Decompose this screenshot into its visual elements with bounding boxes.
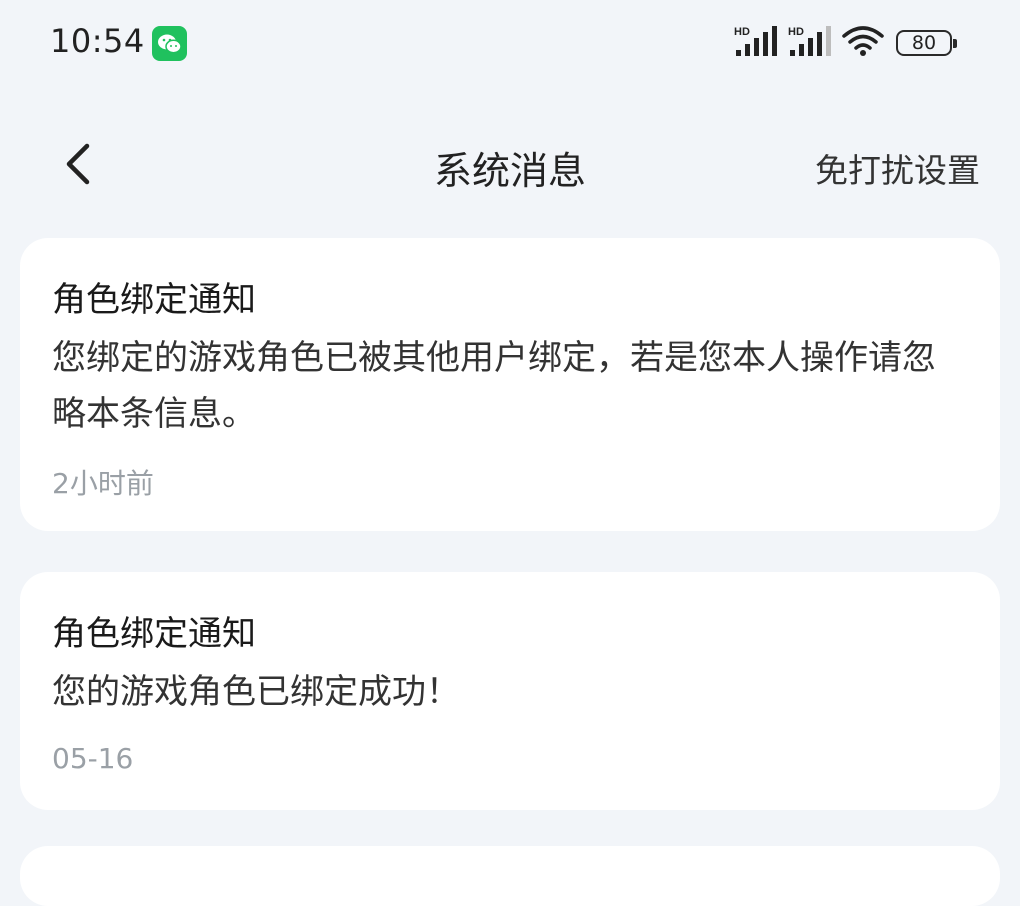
signal-hd-icon: HD (734, 24, 780, 62)
battery-level: 80 (911, 32, 937, 54)
signal-hd-icon: HD (788, 24, 834, 62)
do-not-disturb-settings-button[interactable]: 免打扰设置 (815, 144, 980, 192)
status-time: 10:54 (50, 22, 145, 60)
message-time: 05-16 (52, 742, 134, 775)
message-card[interactable]: 角色绑定通知 您的游戏角色已绑定成功！ 05-16 (20, 572, 1000, 810)
svg-text:HD: HD (734, 26, 750, 38)
message-card-partial[interactable] (20, 846, 1000, 906)
message-time: 2小时前 (52, 467, 154, 500)
nav-bar: 系统消息 免打扰设置 (0, 120, 1020, 210)
message-title: 角色绑定通知 (52, 280, 256, 320)
status-bar: 10:54 HD HD 80 (0, 0, 1020, 88)
wifi-icon (842, 26, 884, 62)
message-body: 您绑定的游戏角色已被其他用户绑定，若是您本人操作请忽略本条信息。 (52, 338, 936, 434)
svg-text:HD: HD (788, 26, 804, 38)
wechat-icon (152, 26, 187, 61)
message-body: 您的游戏角色已绑定成功！ (52, 672, 460, 712)
message-title: 角色绑定通知 (52, 614, 256, 654)
message-card[interactable]: 角色绑定通知 您绑定的游戏角色已被其他用户绑定，若是您本人操作请忽略本条信息。 … (20, 238, 1000, 531)
battery-icon: 80 (896, 30, 957, 56)
